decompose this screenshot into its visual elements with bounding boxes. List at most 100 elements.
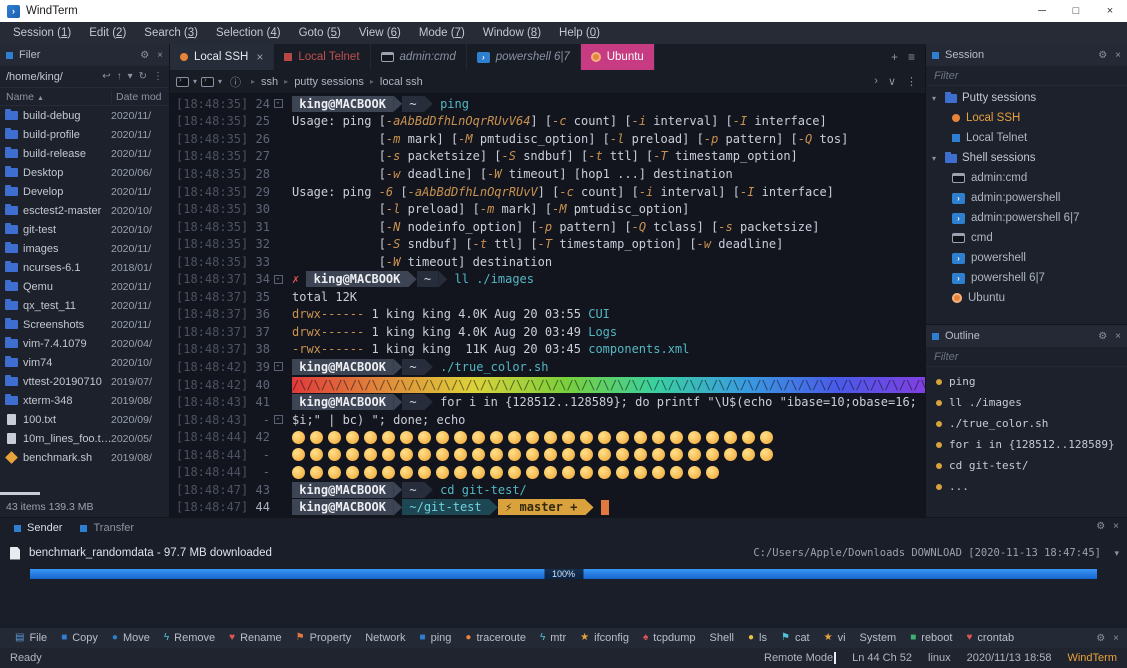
toolbar-ifconfig[interactable]: ★ ifconfig: [573, 632, 636, 644]
column-date-modified[interactable]: Date mod: [111, 90, 169, 103]
info-icon[interactable]: ⓘ: [230, 74, 241, 90]
session-item-local-telnet[interactable]: Local Telnet: [926, 128, 1127, 148]
toolbar-property[interactable]: ⚑ Property: [289, 632, 359, 644]
file-row[interactable]: vim74 2020/10/: [0, 353, 169, 372]
gear-icon[interactable]: ⚙: [140, 50, 149, 61]
fold-marker-icon[interactable]: -: [273, 274, 283, 284]
close-panel-icon[interactable]: ×: [1113, 521, 1119, 532]
toolbar-cat[interactable]: ⚑ cat: [774, 632, 817, 644]
file-row[interactable]: Desktop 2020/06/: [0, 163, 169, 182]
tab-sender[interactable]: Sender: [6, 518, 70, 538]
menu-item-search[interactable]: Search (3): [135, 27, 207, 39]
chevron-down-icon[interactable]: ∨: [888, 75, 896, 88]
toolbar-crontab[interactable]: ♥ crontab: [959, 632, 1021, 644]
toolbar-vi[interactable]: ★ vi: [817, 632, 853, 644]
toolbar-ls[interactable]: ● ls: [741, 632, 774, 644]
duplicate-terminal-icon[interactable]: [201, 75, 215, 87]
menu-item-window[interactable]: Window (8): [474, 27, 550, 39]
new-terminal-icon[interactable]: [176, 75, 189, 87]
file-row[interactable]: esctest2-master 2020/10/: [0, 201, 169, 220]
menu-item-session[interactable]: Session (1): [4, 27, 80, 39]
menu-item-edit[interactable]: Edit (2): [80, 27, 135, 39]
close-panel-icon[interactable]: ×: [1115, 50, 1121, 61]
file-row[interactable]: xterm-348 2019/08/: [0, 391, 169, 410]
tab-ubuntu[interactable]: Ubuntu: [580, 44, 655, 70]
tab-list-icon[interactable]: ≡: [908, 50, 915, 64]
close-panel-icon[interactable]: ×: [1113, 633, 1119, 644]
outline-item[interactable]: for i in {128512..128589}: [926, 434, 1127, 455]
session-item-admin-powershell-6-7[interactable]: › admin:powershell 6|7: [926, 208, 1127, 228]
file-row[interactable]: git-test 2020/10/: [0, 220, 169, 239]
expander-icon[interactable]: ▾: [932, 154, 940, 163]
outline-item[interactable]: cd git-test/: [926, 455, 1127, 476]
file-row[interactable]: Qemu 2020/11/: [0, 277, 169, 296]
dropdown-icon[interactable]: ▾: [128, 71, 133, 82]
gear-icon[interactable]: ⚙: [1096, 633, 1105, 644]
status-os[interactable]: linux: [928, 652, 951, 664]
status-mode[interactable]: Remote Mode: [764, 652, 837, 664]
menu-item-mode[interactable]: Mode (7): [410, 27, 474, 39]
session-filter-input[interactable]: Filter: [926, 66, 1127, 86]
breadcrumb-item[interactable]: local ssh: [380, 76, 423, 88]
toolbar-traceroute[interactable]: ● traceroute: [458, 632, 533, 644]
more-icon[interactable]: ⋮: [906, 75, 917, 88]
menu-item-help[interactable]: Help (0): [550, 27, 609, 39]
outline-item[interactable]: ./true_color.sh: [926, 413, 1127, 434]
file-row[interactable]: build-profile 2020/11/: [0, 125, 169, 144]
file-row[interactable]: vttest-20190710 2019/07/: [0, 372, 169, 391]
more-icon[interactable]: ⋮: [153, 71, 163, 82]
file-row[interactable]: 10m_lines_foo.t… 2020/05/: [0, 429, 169, 448]
close-panel-icon[interactable]: ×: [1115, 331, 1121, 342]
tab-local-ssh[interactable]: Local SSH ×: [170, 44, 275, 70]
toolbar-ping[interactable]: ■ ping: [413, 632, 459, 644]
breadcrumb-item[interactable]: putty sessions: [294, 76, 364, 88]
file-row[interactable]: build-debug 2020/11/: [0, 106, 169, 125]
close-panel-icon[interactable]: ×: [157, 50, 163, 61]
expander-icon[interactable]: ▾: [932, 94, 940, 103]
session-item-admin-powershell[interactable]: › admin:powershell: [926, 188, 1127, 208]
file-row[interactable]: qx_test_11 2020/11/: [0, 296, 169, 315]
fold-marker-icon[interactable]: -: [273, 99, 283, 109]
toolbar-reboot[interactable]: ■ reboot: [903, 632, 959, 644]
file-row[interactable]: ncurses-6.1 2018/01/: [0, 258, 169, 277]
toolbar-system[interactable]: System: [853, 632, 904, 644]
toolbar-remove[interactable]: ϟ Remove: [157, 632, 222, 644]
session-group-shell-sessions[interactable]: ▾ Shell sessions: [926, 148, 1127, 168]
file-row[interactable]: build-release 2020/11/: [0, 144, 169, 163]
file-row[interactable]: Screenshots 2020/11/: [0, 315, 169, 334]
horizontal-scrollbar[interactable]: [0, 492, 40, 495]
session-item-admin-cmd[interactable]: admin:cmd: [926, 168, 1127, 188]
menu-item-view[interactable]: View (6): [350, 27, 410, 39]
status-app-name[interactable]: WindTerm: [1067, 652, 1117, 664]
gear-icon[interactable]: ⚙: [1096, 521, 1105, 532]
menu-item-selection[interactable]: Selection (4): [207, 27, 290, 39]
terminal-output[interactable]: [18:48:35] 24- king@MACBOOK ~ ping [18:48:…: [170, 94, 925, 517]
tab-transfer[interactable]: Transfer: [72, 518, 142, 538]
close-button[interactable]: ×: [1093, 0, 1127, 22]
session-item-powershell-6-7[interactable]: › powershell 6|7: [926, 268, 1127, 288]
toolbar-rename[interactable]: ♥ Rename: [222, 632, 289, 644]
toolbar-move[interactable]: ● Move: [105, 632, 157, 644]
minimize-button[interactable]: ─: [1025, 0, 1059, 22]
file-row[interactable]: 100.txt 2020/09/: [0, 410, 169, 429]
toolbar-copy[interactable]: ■ Copy: [54, 632, 105, 644]
tab-admin-cmd[interactable]: admin:cmd: [371, 44, 467, 70]
new-terminal-dropdown-icon[interactable]: ▾: [193, 77, 197, 86]
refresh-icon[interactable]: ↻: [139, 71, 147, 82]
duplicate-terminal-dropdown-icon[interactable]: ▾: [218, 77, 222, 86]
tab-local-telnet[interactable]: Local Telnet: [274, 44, 371, 70]
session-item-powershell[interactable]: › powershell: [926, 248, 1127, 268]
tab-close-icon[interactable]: ×: [256, 50, 263, 64]
column-name[interactable]: Name ▲: [0, 91, 111, 103]
toolbar-tcpdump[interactable]: ♠ tcpdump: [636, 632, 703, 644]
outline-item[interactable]: ll ./images: [926, 392, 1127, 413]
toolbar-mtr[interactable]: ϟ mtr: [533, 632, 573, 644]
back-icon[interactable]: ↩: [102, 71, 110, 82]
status-datetime[interactable]: 2020/11/13 18:58: [967, 652, 1052, 664]
outline-item[interactable]: ...: [926, 476, 1127, 497]
menu-item-goto[interactable]: Goto (5): [290, 27, 350, 39]
up-icon[interactable]: ↑: [117, 71, 122, 82]
chevron-right-icon[interactable]: ›: [874, 75, 878, 88]
outline-filter-input[interactable]: Filter: [926, 347, 1127, 367]
toolbar-network[interactable]: Network: [358, 632, 412, 644]
